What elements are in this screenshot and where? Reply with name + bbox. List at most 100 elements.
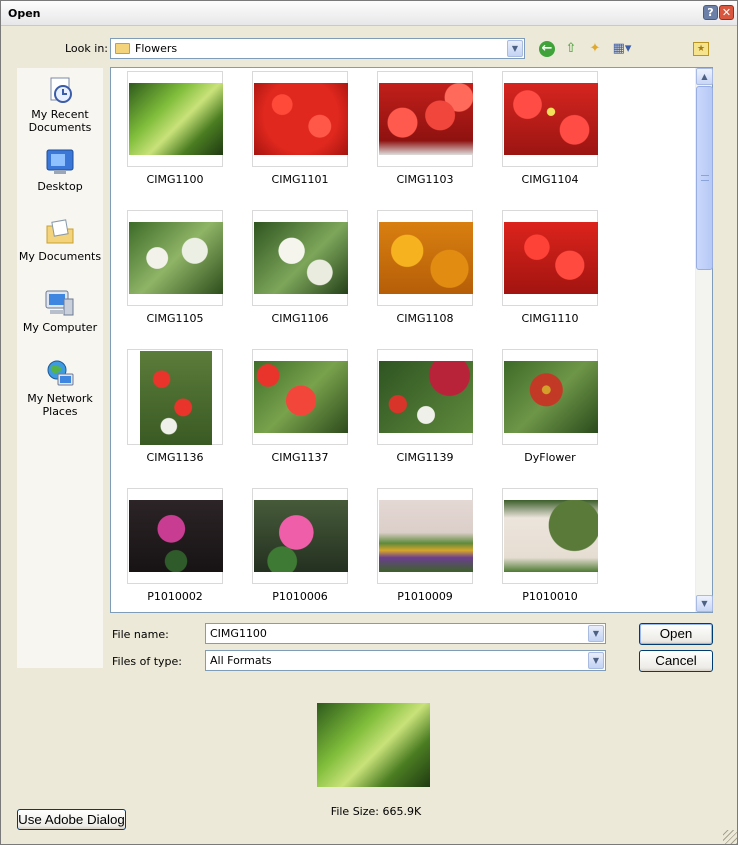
- file-thumbnail[interactable]: CIMG1105: [127, 210, 223, 325]
- thumbnail-frame: [252, 349, 348, 445]
- file-thumbnail[interactable]: P1010009: [377, 488, 473, 603]
- new-folder-icon[interactable]: ✦: [586, 40, 604, 58]
- place-label: Desktop: [37, 180, 83, 193]
- file-thumbnail[interactable]: CIMG1103: [377, 71, 473, 186]
- file-type-select[interactable]: All Formats ▼: [205, 650, 606, 671]
- file-thumbnail[interactable]: CIMG1108: [377, 210, 473, 325]
- file-name: CIMG1106: [271, 312, 329, 325]
- file-name-value: CIMG1100: [210, 627, 267, 640]
- look-in-dropdown[interactable]: Flowers ▼: [110, 38, 525, 59]
- file-name: P1010009: [397, 590, 453, 603]
- file-thumbnail[interactable]: CIMG1104: [502, 71, 598, 186]
- scroll-up-icon[interactable]: ▲: [696, 68, 713, 85]
- up-folder-icon[interactable]: ⇧: [562, 40, 580, 58]
- file-name: P1010010: [522, 590, 578, 603]
- flower-photo: [254, 361, 348, 433]
- network-places-icon: [47, 360, 74, 386]
- flower-photo: [379, 222, 473, 294]
- back-arrow-icon[interactable]: ←: [539, 41, 555, 57]
- use-adobe-dialog-button[interactable]: Use Adobe Dialog: [17, 809, 126, 830]
- flower-photo: [379, 361, 473, 433]
- close-button[interactable]: ✕: [719, 5, 734, 20]
- file-name: CIMG1105: [146, 312, 204, 325]
- file-thumbnail[interactable]: CIMG1137: [252, 349, 348, 464]
- file-name: CIMG1101: [271, 173, 329, 186]
- file-name: CIMG1136: [146, 451, 204, 464]
- file-name: CIMG1103: [396, 173, 454, 186]
- vertical-scrollbar[interactable]: ▲ ▼: [695, 68, 713, 612]
- favorites-folder-icon[interactable]: ★: [693, 42, 709, 56]
- thumbnail-frame: [502, 488, 598, 584]
- file-thumbnail[interactable]: P1010002: [127, 488, 223, 603]
- file-name: CIMG1137: [271, 451, 329, 464]
- flower-photo: [129, 500, 223, 572]
- file-thumbnail[interactable]: CIMG1139: [377, 349, 473, 464]
- place-my-computer[interactable]: My Computer: [17, 287, 103, 334]
- thumbnail-frame: [252, 71, 348, 167]
- file-thumbnail[interactable]: CIMG1136: [127, 349, 223, 464]
- flower-photo: [140, 351, 212, 445]
- file-type-value: All Formats: [210, 654, 272, 667]
- scroll-thumb[interactable]: [696, 86, 713, 270]
- desktop-icon: [46, 149, 74, 174]
- file-name: CIMG1100: [146, 173, 204, 186]
- place-label: My Documents: [18, 250, 102, 263]
- place-desktop[interactable]: Desktop: [17, 146, 103, 193]
- thumbnail-frame: [127, 71, 223, 167]
- thumbnail-frame: [377, 488, 473, 584]
- file-name-field[interactable]: CIMG1100 ▼: [205, 623, 606, 644]
- place-my-documents[interactable]: My Documents: [17, 216, 103, 263]
- my-documents-icon: [46, 219, 74, 244]
- flower-photo: [504, 500, 598, 572]
- flower-photo: [254, 222, 348, 294]
- thumbnail-frame: [377, 210, 473, 306]
- file-size-text: File Size: 665.9K: [330, 805, 422, 818]
- thumbnail-frame: [252, 210, 348, 306]
- thumbnail-frame: [502, 210, 598, 306]
- file-thumbnail[interactable]: CIMG1106: [252, 210, 348, 325]
- thumbnail-frame: [377, 71, 473, 167]
- thumbnail-frame: [502, 349, 598, 445]
- help-button[interactable]: ?: [703, 5, 718, 20]
- look-in-value: Flowers: [135, 42, 178, 55]
- title-bar[interactable]: Open ? ✕: [1, 1, 737, 26]
- cancel-button[interactable]: Cancel: [639, 650, 713, 672]
- file-thumbnail[interactable]: P1010006: [252, 488, 348, 603]
- flower-photo: [129, 222, 223, 294]
- file-name: CIMG1104: [521, 173, 579, 186]
- recent-documents-icon: [50, 77, 72, 103]
- file-list-pane[interactable]: CIMG1100 CIMG1101 CIMG1103 CIMG1104 CIMG…: [110, 67, 713, 613]
- look-in-label: Look in:: [65, 42, 108, 55]
- preview-image: [317, 703, 430, 787]
- my-computer-icon: [45, 290, 74, 316]
- flower-photo: [504, 361, 598, 433]
- chevron-down-icon[interactable]: ▼: [588, 652, 604, 669]
- chevron-down-icon[interactable]: ▼: [588, 625, 604, 642]
- place-label: My Recent Documents: [28, 108, 92, 134]
- file-name: CIMG1108: [396, 312, 454, 325]
- flower-photo: [379, 500, 473, 572]
- file-thumbnail[interactable]: CIMG1101: [252, 71, 348, 186]
- file-name: P1010002: [147, 590, 203, 603]
- file-thumbnail[interactable]: CIMG1100: [127, 71, 223, 186]
- file-thumbnail[interactable]: P1010010: [502, 488, 598, 603]
- file-name: P1010006: [272, 590, 328, 603]
- file-name: CIMG1110: [521, 312, 579, 325]
- flower-photo: [254, 83, 348, 155]
- places-bar: My Recent Documents Desktop My Documents: [17, 68, 103, 668]
- place-my-network-places[interactable]: My Network Places: [17, 358, 103, 418]
- file-name: DyFlower: [524, 451, 576, 464]
- file-thumbnail[interactable]: CIMG1110: [502, 210, 598, 325]
- open-button[interactable]: Open: [639, 623, 713, 645]
- file-name-label: File name:: [112, 628, 169, 641]
- place-my-recent-documents[interactable]: My Recent Documents: [17, 74, 103, 134]
- resize-grip-icon[interactable]: [723, 830, 737, 844]
- flower-photo: [504, 83, 598, 155]
- folder-icon: [115, 43, 130, 54]
- file-thumbnail[interactable]: DyFlower: [502, 349, 598, 464]
- thumbnail-frame: [377, 349, 473, 445]
- place-label: My Computer: [22, 321, 98, 334]
- views-menu-icon[interactable]: ▦▾: [610, 40, 634, 58]
- chevron-down-icon[interactable]: ▼: [507, 40, 523, 57]
- scroll-down-icon[interactable]: ▼: [696, 595, 713, 612]
